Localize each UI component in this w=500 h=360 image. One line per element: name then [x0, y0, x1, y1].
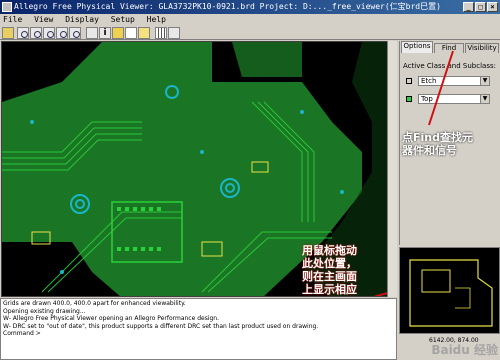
zoom-world-icon[interactable]: [56, 27, 68, 39]
menu-bar: File View Display Setup Help: [0, 14, 500, 26]
subclass-color-swatch[interactable]: [406, 96, 412, 102]
menu-help[interactable]: Help: [147, 15, 166, 24]
zoom-out-icon[interactable]: [43, 27, 55, 39]
open-icon[interactable]: [2, 27, 14, 39]
log-line: W- Allegro Free Physical Viewer opening …: [3, 315, 220, 322]
minimap-outline: [409, 259, 493, 327]
world-view-minimap[interactable]: [399, 247, 500, 334]
zoom-previous-icon[interactable]: [69, 27, 81, 39]
command-prompt[interactable]: Command >: [3, 330, 394, 338]
measure-icon[interactable]: [168, 27, 180, 39]
chevron-down-icon: ▼: [480, 77, 489, 85]
log-line: Grids are drawn 400.0, 400.0 apart for e…: [3, 300, 186, 307]
find-annotation: 点Find查找元 器件和信号: [402, 131, 473, 157]
zoom-fit-icon[interactable]: [17, 27, 29, 39]
log-line: Opening existing drawing...: [3, 307, 86, 315]
options-panel: Options Find Visibility Active Class and…: [399, 41, 500, 245]
highlight-icon[interactable]: [125, 27, 137, 39]
menu-file[interactable]: File: [3, 15, 22, 24]
menu-view[interactable]: View: [34, 15, 53, 24]
close-button[interactable]: ×: [487, 2, 498, 12]
watermark: Baidu 经验: [431, 343, 498, 357]
zoom-in-icon[interactable]: [30, 27, 42, 39]
maximize-button[interactable]: □: [475, 2, 486, 12]
find-annotation-arrow: [428, 50, 454, 126]
menu-setup[interactable]: Setup: [111, 15, 135, 24]
board-canvas[interactable]: 用鼠标拖动 此处位置， 则在主画面 上显示相应 的位置: [1, 41, 397, 297]
tab-visibility[interactable]: Visibility: [465, 43, 499, 53]
vertical-scrollbar[interactable]: [387, 41, 397, 297]
toolbar: i: [0, 26, 500, 40]
select-icon[interactable]: [86, 27, 98, 39]
drag-annotation: 用鼠标拖动 此处位置， 则在主画面 上显示相应 的位置: [302, 244, 357, 296]
minimap-viewport[interactable]: [421, 269, 451, 293]
grid-icon[interactable]: [155, 27, 167, 39]
minimize-button[interactable]: _: [463, 2, 474, 12]
app-icon: [2, 2, 12, 12]
log-line: W- DRC set to "out of date", this produc…: [3, 322, 319, 330]
chevron-down-icon: ▼: [480, 95, 489, 103]
title-bar: Allegro Free Physical Viewer: GLA3732PK1…: [0, 0, 500, 14]
window-title: Allegro Free Physical Viewer: GLA3732PK1…: [14, 2, 441, 11]
class-color-swatch[interactable]: [406, 78, 412, 84]
menu-display[interactable]: Display: [65, 15, 99, 24]
command-log[interactable]: Grids are drawn 400.0, 400.0 apart for e…: [0, 298, 397, 360]
info-icon[interactable]: i: [99, 27, 111, 39]
dehighlight-icon[interactable]: [138, 27, 150, 39]
color-icon[interactable]: [112, 27, 124, 39]
